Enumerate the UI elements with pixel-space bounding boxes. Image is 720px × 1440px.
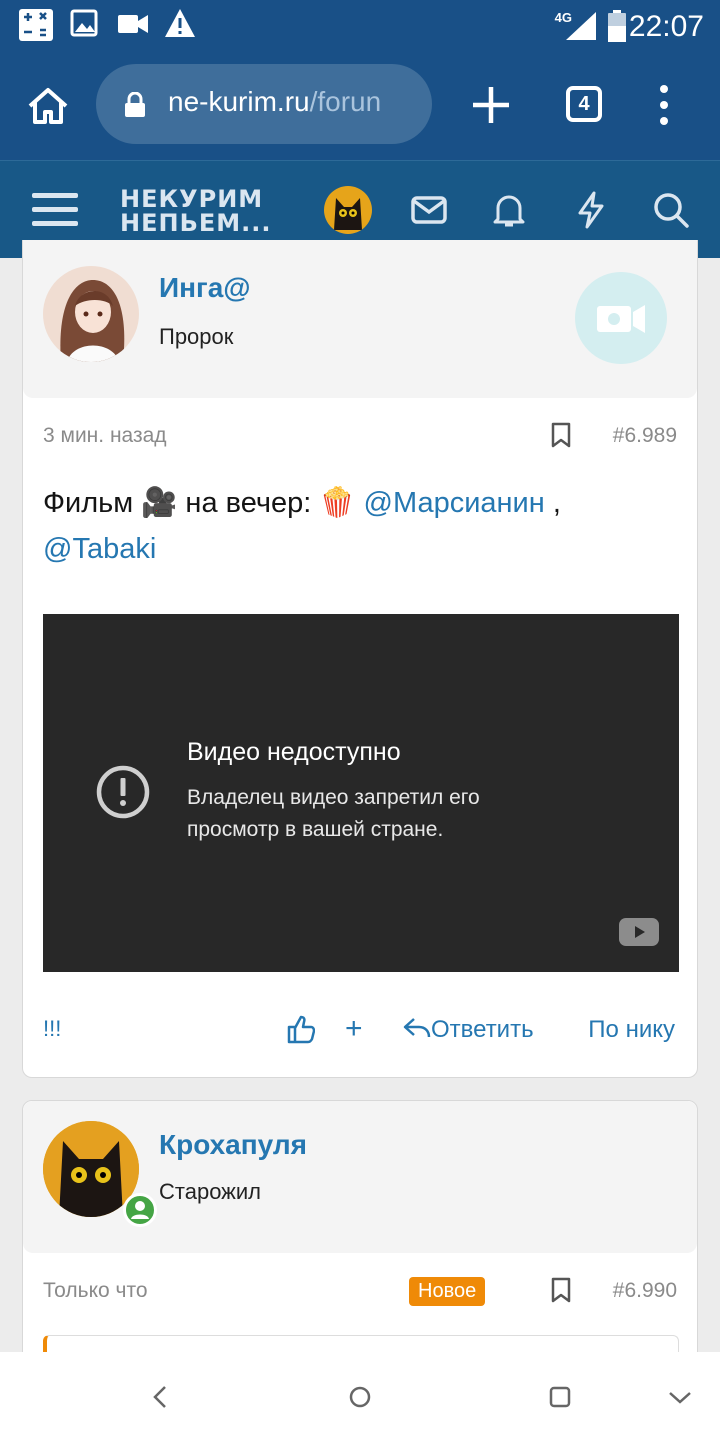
post-number[interactable]: #6.990 — [613, 1279, 677, 1303]
add-reaction-button[interactable]: + — [345, 1012, 363, 1046]
post-author-block: Крохапуля Старожил — [23, 1101, 697, 1253]
post-actions: !!! + Ответить По нику — [23, 1012, 697, 1052]
mention-link[interactable]: @Марсианин — [364, 487, 545, 519]
more-vert-icon[interactable] — [652, 82, 676, 128]
status-bar: 4G 22:07 — [0, 0, 720, 50]
address-bar[interactable]: ne-kurim.ru/forun — [96, 64, 432, 144]
chevron-down-icon[interactable] — [665, 1382, 695, 1412]
battery-icon — [608, 10, 626, 42]
forum-post: Инга@ Пророк 3 мин. назад #6.989 Фильм 🎥… — [22, 240, 698, 1078]
back-icon[interactable] — [146, 1382, 176, 1412]
user-avatar[interactable] — [43, 266, 139, 362]
video-camera-icon — [597, 305, 645, 333]
post-body: Фильм 🎥 на вечер: 🍿 @Марсианин , @Tabaki — [43, 487, 561, 565]
reply-by-nick-button[interactable]: По нику — [588, 1016, 675, 1044]
recents-icon[interactable] — [545, 1382, 575, 1412]
post-username[interactable]: Крохапуля — [159, 1129, 307, 1161]
youtube-logo-icon[interactable] — [619, 918, 659, 946]
image-icon — [70, 9, 98, 37]
home-icon[interactable] — [24, 82, 72, 130]
calculator-icon — [19, 9, 53, 41]
embedded-video[interactable]: Видео недоступно Владелец видео запретил… — [43, 614, 679, 972]
exclaim-link[interactable]: !!! — [43, 1016, 61, 1042]
post-username[interactable]: Инга@ — [159, 272, 251, 304]
tab-switcher-button[interactable]: 4 — [566, 86, 602, 122]
post-time[interactable]: 3 мин. назад — [43, 424, 167, 448]
online-status-icon — [123, 1193, 157, 1227]
mail-icon[interactable] — [410, 191, 448, 229]
account-avatar[interactable] — [324, 186, 372, 234]
system-nav-bar — [0, 1352, 720, 1440]
reply-button[interactable]: Ответить — [403, 1016, 534, 1044]
home-circle-icon[interactable] — [345, 1382, 375, 1412]
hamburger-menu-icon[interactable] — [32, 191, 78, 229]
mention-link[interactable]: @Tabaki — [43, 533, 156, 565]
signal-icon — [566, 12, 596, 40]
video-error-message: Владелец видео запретил его просмотр в в… — [187, 786, 480, 841]
post-number[interactable]: #6.989 — [613, 424, 677, 448]
anime-girl-avatar-image — [43, 266, 139, 362]
alert-circle-icon — [96, 765, 150, 819]
browser-toolbar: ne-kurim.ru/forun 4 — [0, 50, 720, 160]
video-icon — [118, 15, 148, 33]
bookmark-icon[interactable] — [551, 422, 571, 448]
lightning-icon[interactable] — [572, 191, 610, 229]
post-time[interactable]: Только что — [43, 1279, 148, 1303]
url-text: ne-kurim.ru/forun — [168, 86, 382, 117]
search-icon[interactable] — [652, 191, 690, 229]
bell-icon[interactable] — [490, 191, 528, 229]
new-badge: Новое — [409, 1277, 486, 1306]
user-rank: Старожил — [159, 1179, 262, 1204]
cat-avatar-image — [334, 198, 362, 230]
warning-icon — [165, 9, 195, 37]
video-error-title: Видео недоступно — [187, 738, 401, 766]
lock-icon — [125, 92, 145, 117]
bookmark-icon[interactable] — [551, 1277, 571, 1303]
thumbs-up-icon[interactable] — [287, 1014, 315, 1044]
reply-icon — [403, 1018, 431, 1038]
clock: 22:07 — [628, 10, 704, 43]
user-rank: Пророк — [159, 324, 234, 349]
video-badge — [575, 272, 667, 364]
site-logo[interactable]: НЕКУРИМ НЕПЬЕМ... — [120, 187, 272, 235]
new-tab-icon[interactable] — [468, 82, 514, 128]
post-author-block: Инга@ Пророк — [23, 240, 697, 398]
user-online-icon — [131, 1201, 149, 1219]
